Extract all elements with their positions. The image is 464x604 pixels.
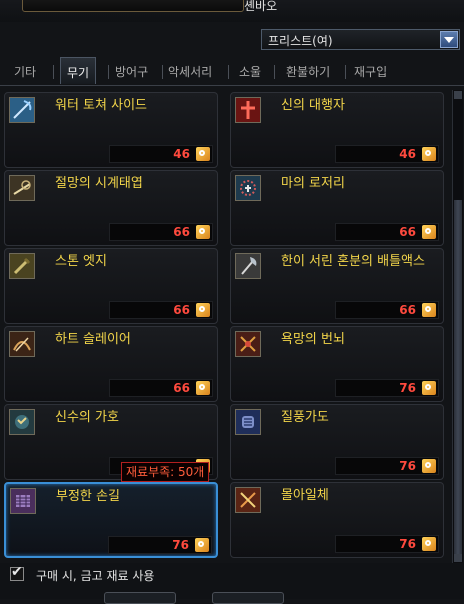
tab-soul[interactable]: 소울 <box>239 63 261 80</box>
tab-weapon[interactable]: 무기 <box>60 57 97 84</box>
tab-separator <box>274 65 275 79</box>
tab-refund[interactable]: 환불하기 <box>286 63 330 80</box>
item-name: 질풍가도 <box>281 410 329 425</box>
bottom-button[interactable] <box>212 592 284 604</box>
tab-accessory[interactable]: 악세서리 <box>168 63 212 80</box>
item-card[interactable]: 하트 슬레이어 66 <box>4 326 218 402</box>
tab-misc[interactable]: 기타 <box>14 63 36 80</box>
scroll-thumb[interactable] <box>454 200 462 560</box>
tab-separator <box>53 65 54 79</box>
gale-gauntlet-icon <box>235 409 261 435</box>
class-dropdown-value: 프리스트(여) <box>268 34 333 48</box>
item-card[interactable]: 워터 토쳐 사이드 46 <box>4 92 218 168</box>
guardian-beast-icon <box>9 409 35 435</box>
item-cost: 66 <box>109 223 213 241</box>
material-shortage-tooltip: 재료부족: 50개 <box>121 462 210 482</box>
list-scrollbar[interactable] <box>452 90 463 563</box>
material-coin-icon <box>422 303 436 317</box>
tab-separator <box>108 65 109 79</box>
unholy-hand-icon <box>10 488 36 514</box>
item-card-selected[interactable]: 부정한 손길 76 <box>4 482 218 558</box>
material-coin-icon <box>196 303 210 317</box>
item-name: 한이 서린 혼분의 배틀액스 <box>281 254 425 269</box>
item-card[interactable]: 스톤 엣지 66 <box>4 248 218 324</box>
cost-value: 76 <box>399 459 416 473</box>
npc-name: 셴바오 <box>244 0 278 13</box>
material-coin-icon <box>422 459 436 473</box>
item-name: 하트 슬레이어 <box>55 332 131 347</box>
item-cost: 76 <box>335 457 439 475</box>
tab-separator <box>345 65 346 79</box>
clockwork-staff-icon <box>9 175 35 201</box>
item-name: 마의 로저리 <box>281 176 345 191</box>
stone-blade-icon <box>9 253 35 279</box>
item-name: 워터 토쳐 사이드 <box>55 98 147 113</box>
cost-value: 46 <box>399 147 416 161</box>
heart-slayer-icon <box>9 331 35 357</box>
item-cost: 66 <box>335 223 439 241</box>
item-cost: 76 <box>335 535 439 553</box>
cost-value: 76 <box>399 381 416 395</box>
cost-value: 76 <box>399 537 416 551</box>
cost-value: 66 <box>399 225 416 239</box>
item-cost: 76 <box>108 536 212 554</box>
item-name: 스톤 엣지 <box>55 254 107 269</box>
item-card[interactable]: 욕망의 번뇌 76 <box>230 326 444 402</box>
material-coin-icon <box>422 147 436 161</box>
cost-value: 66 <box>399 303 416 317</box>
material-coin-icon <box>422 381 436 395</box>
item-list[interactable]: 워터 토쳐 사이드 46 신의 대행자 46 절망의 시계태엽 66 마의 로저… <box>0 90 452 563</box>
item-name: 부정한 손길 <box>56 489 120 504</box>
class-dropdown[interactable]: 프리스트(여) <box>261 29 460 50</box>
item-cost: 66 <box>109 379 213 397</box>
material-coin-icon <box>196 225 210 239</box>
material-coin-icon <box>422 225 436 239</box>
scroll-up-icon[interactable] <box>454 91 462 99</box>
item-cost: 46 <box>335 145 439 163</box>
cost-value: 76 <box>172 538 189 552</box>
battle-axe-icon <box>235 253 261 279</box>
item-cost: 76 <box>335 379 439 397</box>
item-cost: 46 <box>109 145 213 163</box>
chevron-down-icon[interactable] <box>440 31 458 48</box>
tab-separator <box>162 65 163 79</box>
rosary-icon <box>235 175 261 201</box>
use-vault-materials-label: 구매 시, 금고 재료 사용 <box>36 569 155 583</box>
bottom-button[interactable] <box>104 592 176 604</box>
item-name: 절망의 시계태엽 <box>55 176 143 191</box>
red-cross-icon <box>235 97 261 123</box>
cost-value: 66 <box>173 381 190 395</box>
scythe-icon <box>9 97 35 123</box>
item-card[interactable]: 질풍가도 76 <box>230 404 444 480</box>
header-frame <box>22 0 244 12</box>
item-name: 신의 대행자 <box>281 98 345 113</box>
tab-separator <box>228 65 229 79</box>
item-cost: 66 <box>109 301 213 319</box>
item-card[interactable]: 신의 대행자 46 <box>230 92 444 168</box>
item-name: 욕망의 번뇌 <box>281 332 345 347</box>
item-card[interactable]: 몰아일체 76 <box>230 482 444 558</box>
item-name: 신수의 가호 <box>55 410 119 425</box>
material-coin-icon <box>422 537 436 551</box>
item-name: 몰아일체 <box>281 488 329 503</box>
cost-value: 66 <box>173 303 190 317</box>
desire-totem-icon <box>235 331 261 357</box>
material-coin-icon <box>195 538 209 552</box>
item-card[interactable]: 한이 서린 혼분의 배틀액스 66 <box>230 248 444 324</box>
tab-rebuy[interactable]: 재구입 <box>354 63 387 80</box>
oneness-axe-icon <box>235 487 261 513</box>
material-coin-icon <box>196 381 210 395</box>
item-card[interactable]: 절망의 시계태엽 66 <box>4 170 218 246</box>
top-header: 셴바오 <box>0 0 464 22</box>
material-coin-icon <box>196 147 210 161</box>
tab-armor[interactable]: 방어구 <box>115 63 148 80</box>
shop-tabs: 기타 무기 방어구 악세서리 소울 환불하기 재구입 <box>0 57 464 86</box>
item-card[interactable]: 마의 로저리 66 <box>230 170 444 246</box>
use-vault-materials-checkbox[interactable] <box>10 564 24 581</box>
scroll-down-icon[interactable] <box>454 554 462 562</box>
cost-value: 46 <box>173 147 190 161</box>
cost-value: 66 <box>173 225 190 239</box>
item-cost: 66 <box>335 301 439 319</box>
